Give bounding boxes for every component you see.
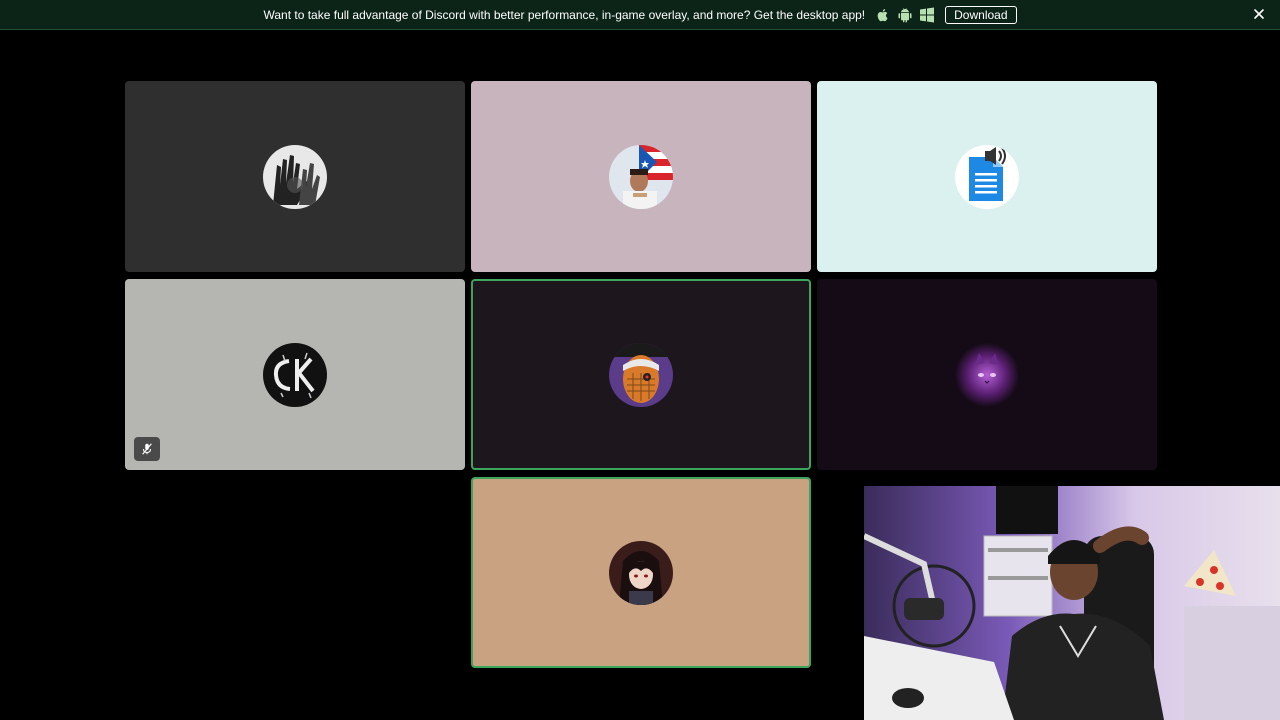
participant-tile-4[interactable]	[125, 279, 465, 470]
close-icon[interactable]	[1252, 7, 1266, 21]
masked-ninja-avatar	[609, 342, 673, 407]
download-app-banner: Want to take full advantage of Discord w…	[0, 0, 1280, 30]
webcam-feed	[864, 486, 1280, 720]
windows-icon[interactable]	[919, 7, 935, 23]
apple-icon[interactable]	[875, 7, 891, 23]
participant-tile-7[interactable]	[471, 477, 811, 668]
ck-logo-avatar	[263, 342, 327, 407]
participant-tile-6[interactable]	[817, 279, 1157, 470]
muted-microphone-icon	[134, 437, 160, 461]
participant-tile-5[interactable]	[471, 279, 811, 470]
download-button[interactable]: Download	[945, 5, 1017, 24]
flag-avatar	[609, 144, 673, 209]
purple-cat-avatar	[955, 342, 1019, 407]
participant-tile-3[interactable]	[817, 81, 1157, 272]
participant-tile-2[interactable]	[471, 81, 811, 272]
participant-tile-1[interactable]	[125, 81, 465, 272]
android-icon[interactable]	[897, 7, 913, 23]
banner-message: Want to take full advantage of Discord w…	[263, 7, 866, 22]
hands-avatar	[263, 144, 327, 209]
document-speaker-avatar	[955, 144, 1019, 209]
anime-character-avatar	[609, 540, 673, 605]
